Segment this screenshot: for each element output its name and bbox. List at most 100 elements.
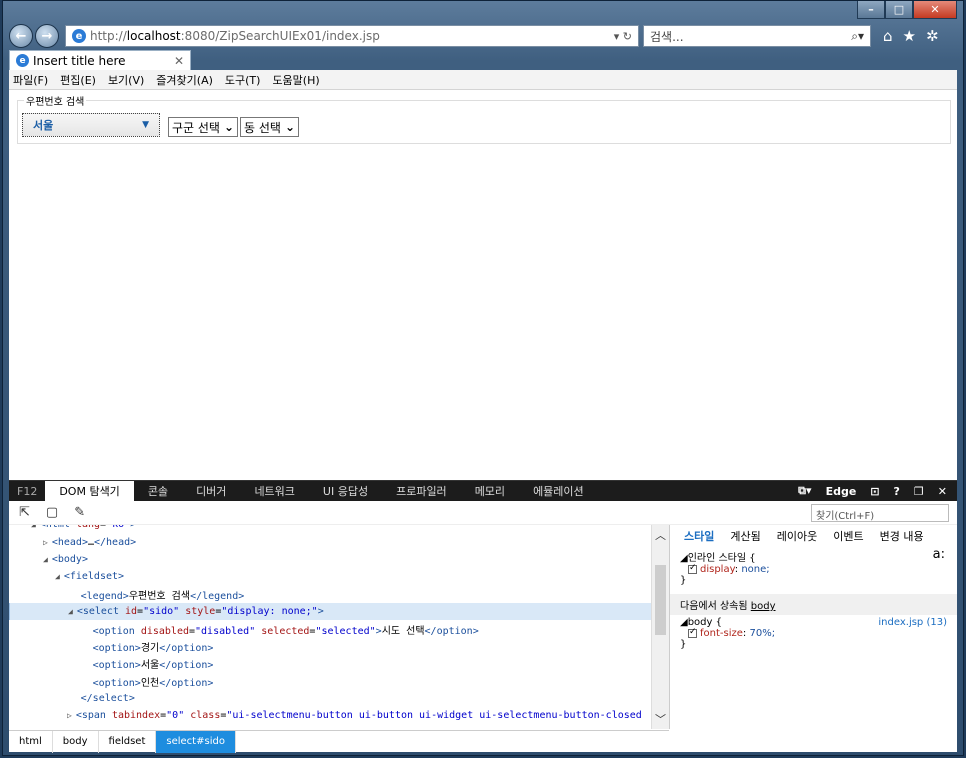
minimize-button[interactable]: – xyxy=(857,1,885,19)
dom-node-line[interactable]: <legend>우편번호 검색</legend> xyxy=(9,586,669,603)
gugun-select-label: 구군 선택 xyxy=(172,120,220,135)
dong-select[interactable]: 동 선택 ⌄ xyxy=(240,117,299,137)
chevron-down-icon: ⌄ xyxy=(284,120,295,134)
expand-arrow-icon[interactable]: ◢ xyxy=(68,607,73,616)
expand-arrow-icon[interactable]: ▷ xyxy=(67,711,72,720)
tab-styles[interactable]: 스타일 xyxy=(684,528,714,544)
dom-node-line[interactable]: <option>서울</option> xyxy=(9,655,669,672)
gear-icon[interactable]: ✲ xyxy=(926,27,939,45)
sido-selectmenu[interactable]: 서울 ▼ xyxy=(22,113,160,137)
url-host: localhost xyxy=(126,29,181,43)
inline-style-rule: ◢인라인 스타일 { a: display: none; } xyxy=(670,547,957,588)
inline-value: none; xyxy=(741,564,770,575)
source-link[interactable]: index.jsp (13) xyxy=(878,617,947,628)
expand-arrow-icon xyxy=(67,694,77,703)
address-bar[interactable]: e http://localhost:8080/ZipSearchUIEx01/… xyxy=(65,25,639,47)
tab-close-icon[interactable]: ✕ xyxy=(174,54,184,68)
maximize-button[interactable]: □ xyxy=(885,1,913,19)
tab-console[interactable]: 콘솔 xyxy=(134,481,182,501)
search-box[interactable]: 검색... ⌕▾ xyxy=(643,25,871,47)
dom-tree[interactable]: ◢<html lang="ko">▷<head>…</head>◢<body>◢… xyxy=(9,525,669,729)
ie-page-icon: e xyxy=(72,29,86,43)
home-icon[interactable]: ⌂ xyxy=(883,27,893,45)
refresh-icon[interactable]: ▾ ↻ xyxy=(614,30,632,43)
menu-tools[interactable]: 도구(T) xyxy=(225,72,261,88)
tab-memory[interactable]: 메모리 xyxy=(461,481,519,501)
dom-node-line[interactable]: ◢ <fieldset> xyxy=(9,568,669,585)
dom-node-markup: <span tabindex="0" class="ui-selectmenu-… xyxy=(75,710,642,722)
gugun-select[interactable]: 구군 선택 ⌄ xyxy=(168,117,239,137)
browser-tab[interactable]: e Insert title here ✕ xyxy=(9,50,191,70)
expand-arrow-icon[interactable]: ◢ xyxy=(55,572,60,581)
close-button[interactable]: ✕ xyxy=(913,1,957,19)
expand-arrow-icon[interactable]: ◢ xyxy=(43,555,48,564)
dom-node-line[interactable]: <option>인천</option> xyxy=(9,673,669,690)
color-picker-icon[interactable]: ✎ xyxy=(74,505,85,520)
tab-emulation[interactable]: 에뮬레이션 xyxy=(519,481,598,501)
crumb-html[interactable]: html xyxy=(9,730,53,753)
chevron-down-icon: ⌄ xyxy=(223,120,235,134)
dom-node-markup: <legend>우편번호 검색</legend> xyxy=(80,590,245,602)
favorites-star-icon[interactable]: ★ xyxy=(903,27,916,45)
scroll-up-icon[interactable]: ︿ xyxy=(655,527,666,543)
pseudo-state-label[interactable]: a: xyxy=(933,547,945,562)
tab-ui-responsiveness[interactable]: UI 응답성 xyxy=(309,481,382,501)
tab-dom-explorer[interactable]: DOM 탐색기 xyxy=(45,481,134,501)
console-toggle-icon[interactable]: ⊡ xyxy=(870,485,879,498)
document-mode-icon[interactable]: ⧉▾ xyxy=(798,484,811,498)
find-input[interactable]: 찾기(Ctrl+F) xyxy=(811,504,949,522)
dom-node-line[interactable]: ▷ <head>…</head> xyxy=(9,533,669,550)
body-style-rule: ◢body { index.jsp (13) font-size: 70%; } xyxy=(670,615,957,652)
dong-select-label: 동 선택 xyxy=(244,120,281,135)
dom-node-line[interactable]: ▷ <span tabindex="0" class="ui-selectmenu… xyxy=(9,707,669,724)
crumb-fieldset[interactable]: fieldset xyxy=(99,730,157,753)
window-caption-buttons: – □ ✕ xyxy=(857,1,957,19)
dom-node-markup: <head>…</head> xyxy=(51,536,137,548)
devtools-tabs: F12 DOM 탐색기 콘솔 디버거 네트워크 UI 응답성 프로파일러 메모리… xyxy=(9,481,957,501)
scroll-down-icon[interactable]: ﹀ xyxy=(655,711,666,727)
inline-prop: display xyxy=(700,564,735,575)
tab-changes[interactable]: 변경 내용 xyxy=(880,528,924,544)
checkbox-icon[interactable] xyxy=(688,627,697,638)
tab-profiler[interactable]: 프로파일러 xyxy=(382,481,461,501)
search-icon[interactable]: ⌕▾ xyxy=(851,29,864,44)
expand-arrow-icon[interactable]: ▷ xyxy=(43,538,48,547)
highlight-box-icon[interactable]: ▢ xyxy=(46,505,58,520)
undock-icon[interactable]: ❐ xyxy=(914,485,924,498)
menu-favorites[interactable]: 즐겨찾기(A) xyxy=(156,72,213,88)
crumb-body[interactable]: body xyxy=(53,730,99,753)
tab-events[interactable]: 이벤트 xyxy=(833,528,863,544)
dom-node-line[interactable]: ◢ <select id="sido" style="display: none;… xyxy=(9,602,669,621)
menu-help[interactable]: 도움말(H) xyxy=(272,72,319,88)
browser-icons: ⌂ ★ ✲ xyxy=(883,27,939,45)
crumb-select-sido[interactable]: select#sido xyxy=(156,730,236,753)
forward-button[interactable]: → xyxy=(35,24,59,48)
dom-node-line[interactable]: ◢ <body> xyxy=(9,551,669,568)
scroll-thumb[interactable] xyxy=(655,565,666,635)
help-button[interactable]: ? xyxy=(894,485,900,498)
dom-scrollbar[interactable]: ︿ ﹀ xyxy=(651,525,669,729)
menu-edit[interactable]: 편집(E) xyxy=(60,72,96,88)
checkbox-icon[interactable] xyxy=(688,563,697,574)
sido-selected-value: 서울 xyxy=(33,119,54,132)
page-content: 우편번호 검색 서울 ▼ 구군 선택 ⌄ 동 선택 ⌄ xyxy=(9,90,957,480)
tab-layout[interactable]: 레이아웃 xyxy=(777,528,817,544)
devtools-close-icon[interactable]: ✕ xyxy=(938,485,947,498)
menu-file[interactable]: 파일(F) xyxy=(13,72,48,88)
tab-debugger[interactable]: 디버거 xyxy=(182,481,240,501)
url-prefix: http:// xyxy=(90,29,127,43)
dom-node-line[interactable]: <option>경기</option> xyxy=(9,638,669,655)
back-button[interactable]: ← xyxy=(9,24,33,48)
select-element-icon[interactable]: ⇱ xyxy=(19,505,30,520)
devtools-panel: F12 DOM 탐색기 콘솔 디버거 네트워크 UI 응답성 프로파일러 메모리… xyxy=(9,480,957,753)
dom-node-line[interactable]: </select> xyxy=(9,690,669,707)
tab-computed[interactable]: 계산됨 xyxy=(730,528,760,544)
expand-arrow-icon[interactable]: ◢ xyxy=(31,525,36,529)
edge-mode-label[interactable]: Edge xyxy=(826,485,857,498)
address-row: ← → e http://localhost:8080/ZipSearchUIE… xyxy=(9,23,957,49)
menu-view[interactable]: 보기(V) xyxy=(108,72,144,88)
dom-node-line[interactable]: <option disabled="disabled" selected="se… xyxy=(9,620,669,637)
dom-node-line[interactable]: ◢ <html lang="ko"> xyxy=(9,525,669,533)
inherited-from-link[interactable]: body xyxy=(751,601,776,612)
tab-network[interactable]: 네트워크 xyxy=(240,481,308,501)
